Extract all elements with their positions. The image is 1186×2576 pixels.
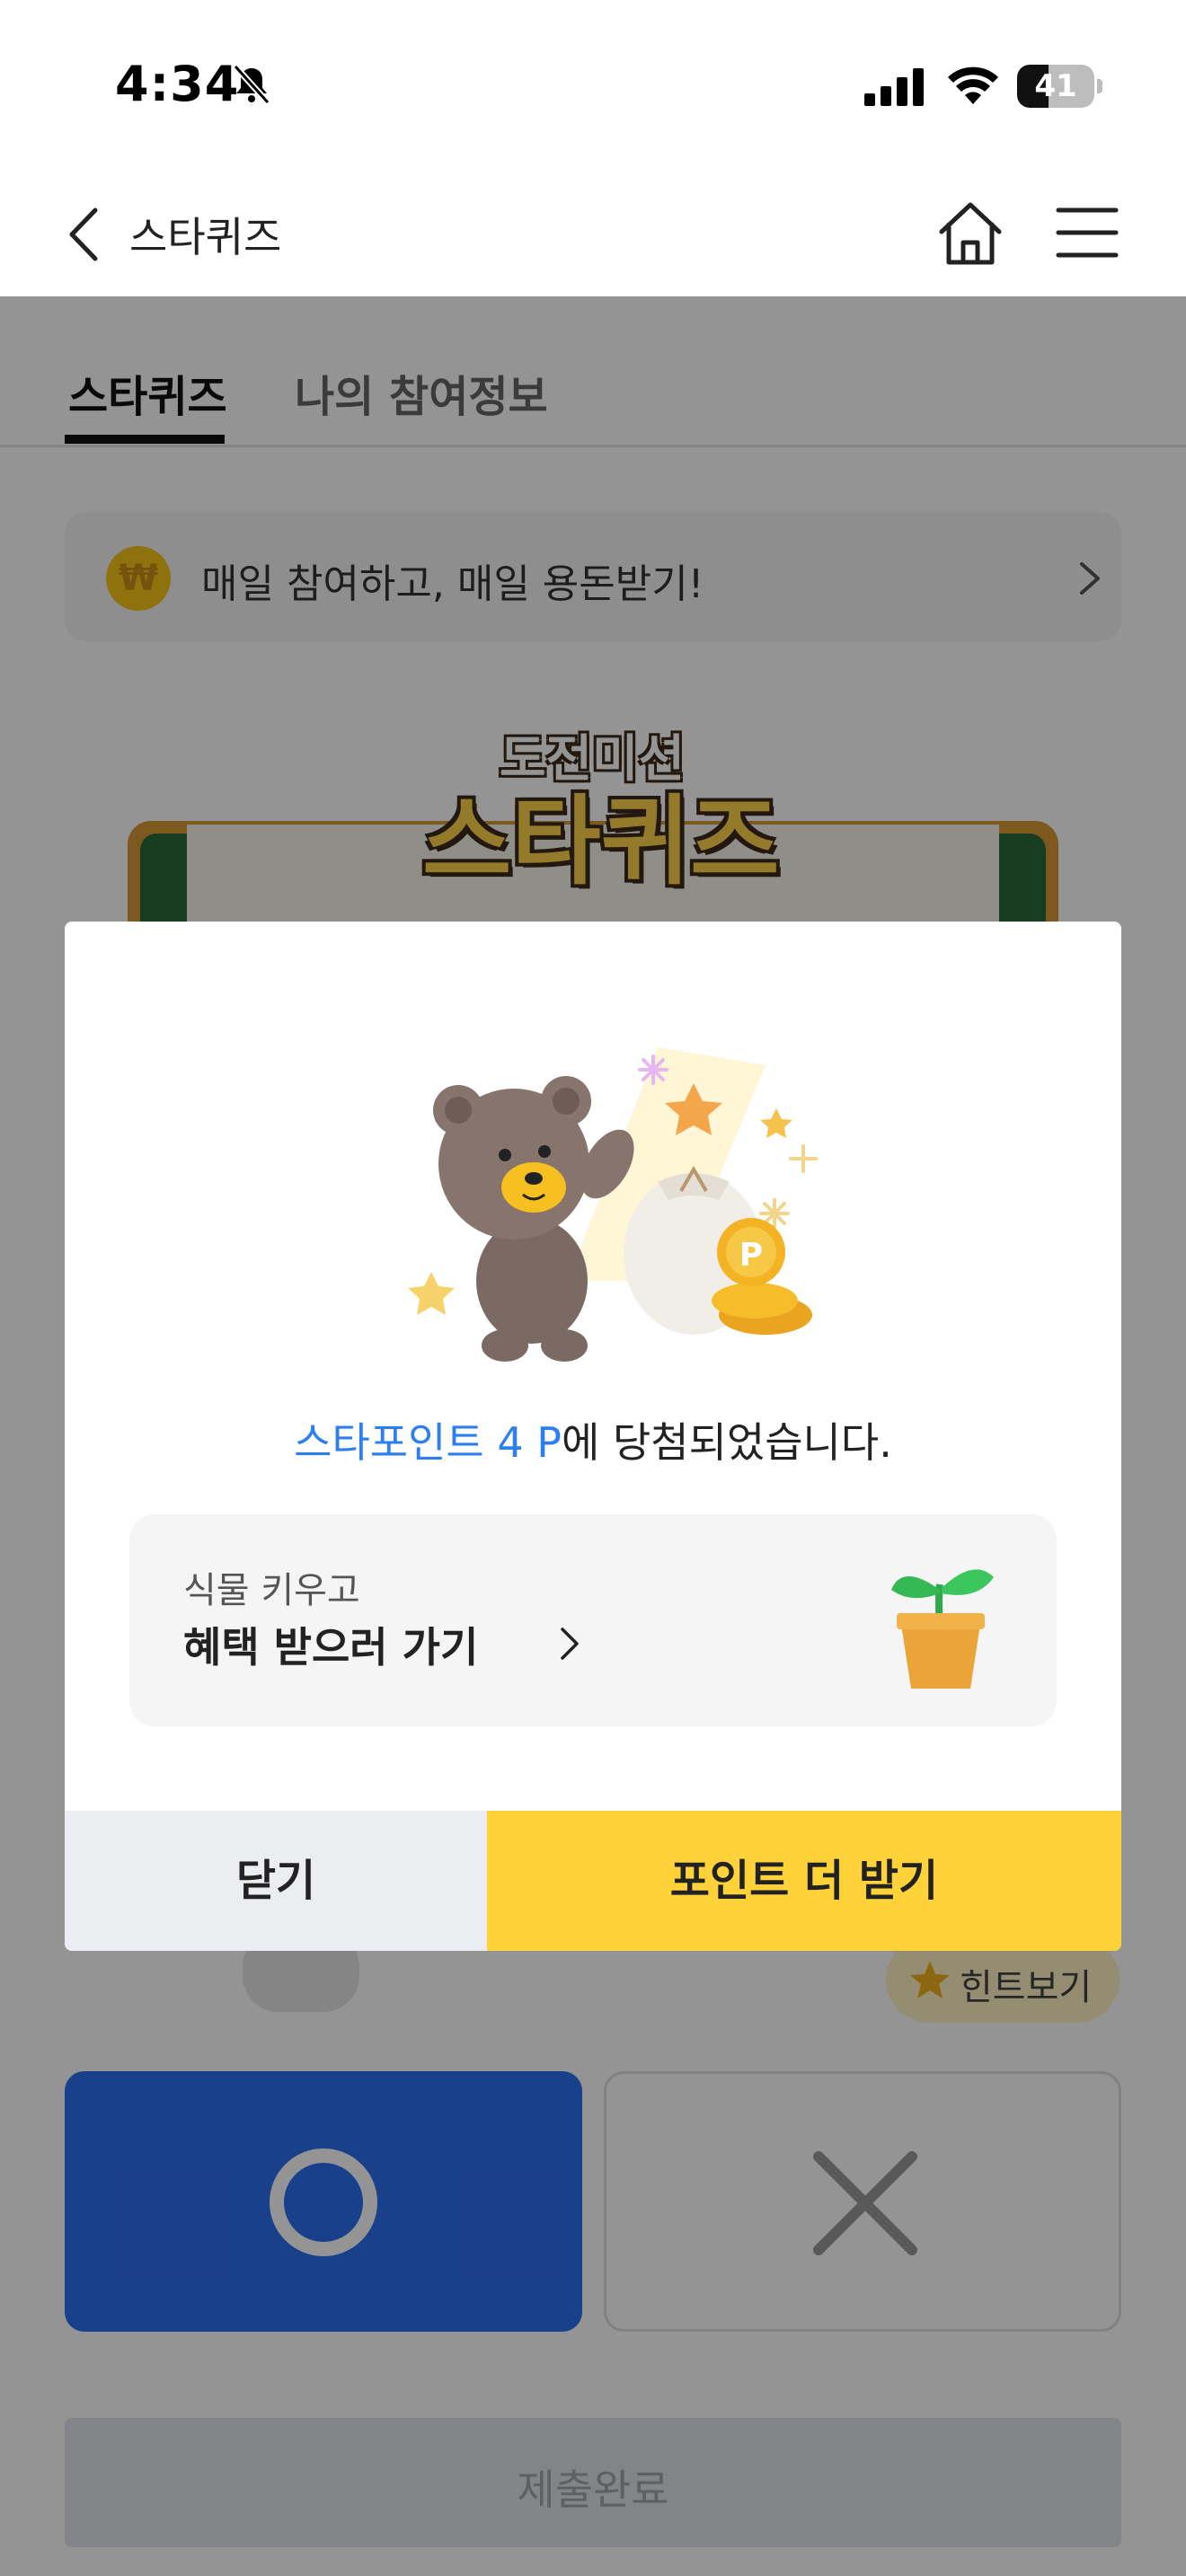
bell-off-icon bbox=[233, 64, 270, 105]
status-bar: 4:34 41 bbox=[0, 0, 1186, 171]
battery-indicator: 41 bbox=[1017, 65, 1102, 108]
result-message: 스타포인트 4 P에 당첨되었습니다. bbox=[65, 1410, 1121, 1469]
chevron-right-icon bbox=[561, 1628, 579, 1660]
plant-benefit-card[interactable]: 식물 키우고 혜택 받으러 가기 bbox=[129, 1514, 1057, 1726]
bear-money-bag-illustration: P bbox=[408, 1047, 818, 1362]
battery-level: 41 bbox=[1034, 68, 1077, 104]
chevron-left-icon[interactable] bbox=[63, 203, 108, 266]
benefit-subtitle: 식물 키우고 bbox=[183, 1570, 360, 1611]
home-icon[interactable] bbox=[934, 198, 1006, 269]
status-time: 4:34 bbox=[115, 56, 240, 112]
reward-modal: P 스타포인트 4 P에 당첨되었습니다. 식물 키우고 혜택 받으러 가기 닫… bbox=[65, 922, 1121, 1951]
more-points-label: 포인트 더 받기 bbox=[669, 1856, 939, 1906]
page-title: 스타퀴즈 bbox=[129, 213, 282, 261]
result-suffix: 에 당첨되었습니다. bbox=[562, 1418, 892, 1467]
hamburger-menu-icon[interactable] bbox=[1055, 205, 1120, 260]
benefit-title: 혜택 받으러 가기 bbox=[183, 1623, 479, 1672]
close-label: 닫기 bbox=[235, 1856, 316, 1906]
cellular-signal-icon bbox=[864, 68, 924, 106]
plant-sprout-icon bbox=[891, 1569, 994, 1689]
get-more-points-button[interactable]: 포인트 더 받기 bbox=[487, 1811, 1121, 1951]
svg-text:P: P bbox=[739, 1237, 763, 1274]
wifi-icon bbox=[948, 66, 998, 104]
close-button[interactable]: 닫기 bbox=[65, 1811, 487, 1951]
result-highlight: 스타포인트 4 P bbox=[294, 1418, 562, 1467]
nav-header: 스타퀴즈 bbox=[0, 171, 1186, 296]
